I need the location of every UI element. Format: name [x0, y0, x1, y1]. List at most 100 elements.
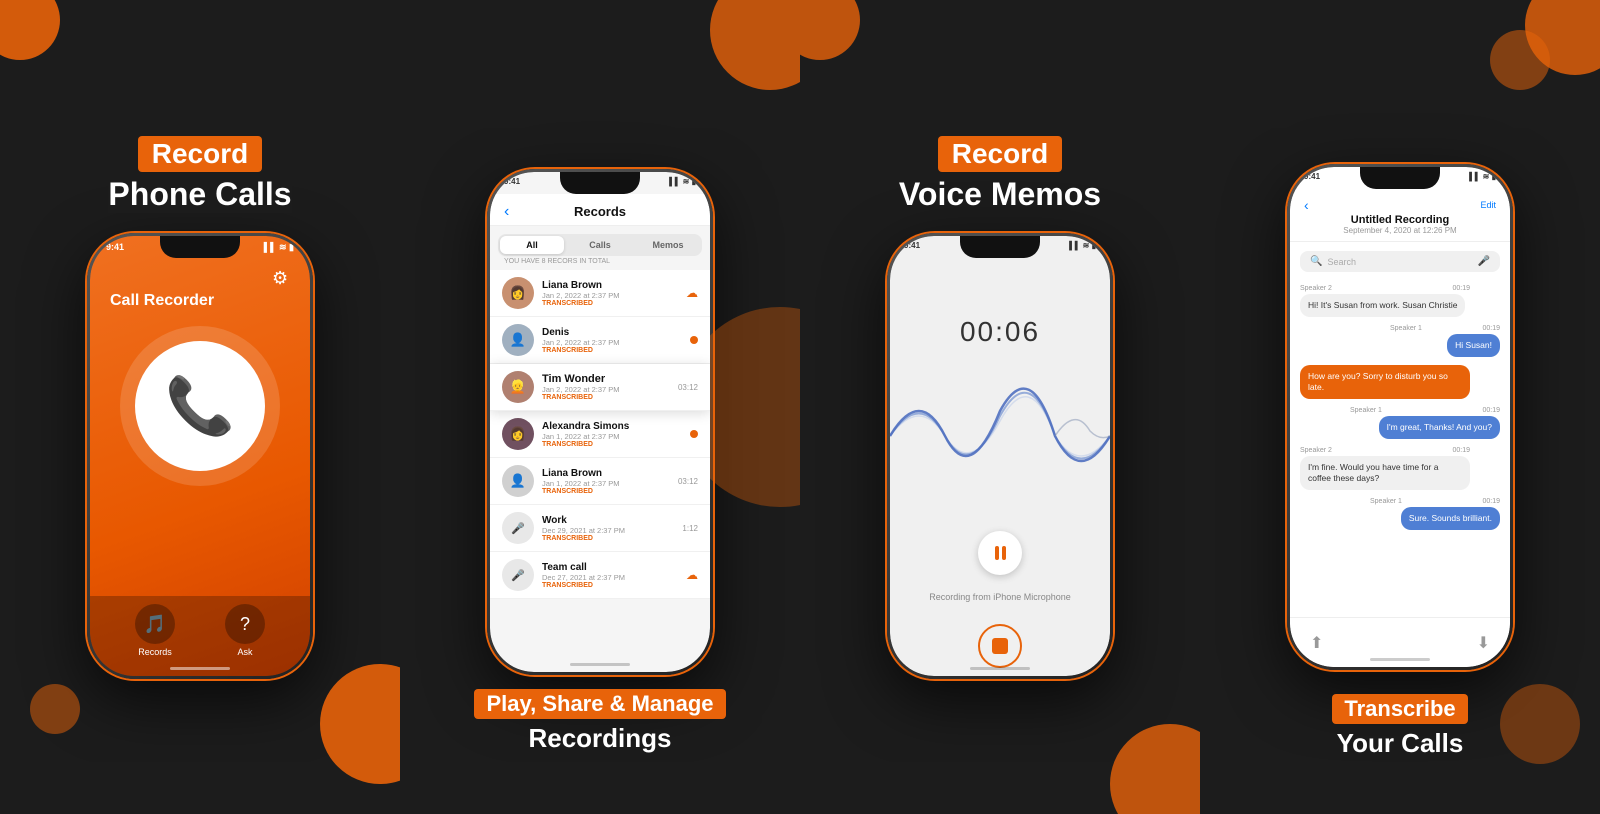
phone1-app-title: Call Recorder — [110, 292, 214, 310]
phone4-icons: ▌▌ ≋ ▮ — [1469, 172, 1496, 181]
phone2-count-label: YOU HAVE 8 RECORS IN TOTAL — [504, 258, 610, 265]
phone1-status: 9:41 ▌▌ ≋ ▮ — [106, 242, 294, 253]
ask-btn-icon: ? — [225, 604, 265, 644]
panel2-bottom-text: Play, Share & Manage Recordings — [474, 689, 725, 754]
avatar: 👩 — [502, 277, 534, 309]
phone4-screen: 9:41 ▌▌ ≋ ▮ ‹ Edit Untitled Recording Se… — [1290, 167, 1510, 667]
item-date: Jan 2, 2022 at 2:37 PM — [542, 385, 670, 394]
tab-memos[interactable]: Memos — [636, 236, 700, 254]
phone2-outer: 9:41 ▌▌ ≋ ▮ ‹ Records All Calls Memos YO… — [487, 169, 713, 675]
wave-visualization — [890, 366, 1110, 506]
list-item[interactable]: 👤 Liana Brown Jan 1, 2022 at 2:37 PM TRA… — [490, 458, 710, 505]
message-bubble: I'm great, Thanks! And you? — [1379, 416, 1500, 439]
list-item[interactable]: 👩 Alexandra Simons Jan 1, 2022 at 2:37 P… — [490, 411, 710, 458]
item-date: Dec 29, 2021 at 2:37 PM — [542, 526, 674, 535]
messages-list: Speaker 200:19 Hi! It's Susan from work.… — [1290, 277, 1510, 617]
phone4-time: 9:41 — [1304, 172, 1320, 181]
stop-icon — [992, 638, 1008, 654]
item-status: TRANSCRIBED — [542, 394, 670, 401]
item-date: Jan 1, 2022 at 2:37 PM — [542, 432, 682, 441]
pause-button[interactable] — [978, 531, 1022, 575]
stop-button[interactable] — [978, 624, 1022, 668]
panel-voice-memos: Record Voice Memos 9:41 ▌▌ ≋ ▮ 00:06 — [800, 0, 1200, 814]
list-item[interactable]: 🎤 Team call Dec 27, 2021 at 2:37 PM TRAN… — [490, 552, 710, 599]
item-name: Denis — [542, 327, 682, 338]
phone3-outer: 9:41 ▌▌ ≋ ▮ 00:06 — [887, 233, 1113, 679]
phone1-gear-icon[interactable]: ⚙ — [272, 268, 294, 290]
pause-bar-left — [995, 546, 999, 560]
panel1-subtitle: Phone Calls — [108, 176, 291, 213]
item-name: Team call — [542, 562, 678, 573]
dot-icon — [690, 430, 698, 438]
phone2-header: ‹ Records — [490, 194, 710, 226]
panel2-badge: Play, Share & Manage — [474, 689, 725, 719]
list-item-highlighted[interactable]: 👱 Tim Wonder Jan 2, 2022 at 2:37 PM TRAN… — [490, 364, 710, 411]
item-status: TRANSCRIBED — [542, 488, 670, 495]
message-bubble: Hi Susan! — [1447, 334, 1500, 357]
phone4-status: 9:41 ▌▌ ≋ ▮ — [1304, 172, 1496, 181]
phone3-icons: ▌▌ ≋ ▮ — [1069, 241, 1096, 250]
item-right: 03:12 — [678, 477, 698, 486]
phone1-bottom-bar: 🎵 Records ? Ask — [90, 596, 310, 676]
phone4-edit-button[interactable]: Edit — [1480, 200, 1496, 210]
avatar: 👤 — [502, 465, 534, 497]
search-icon: 🔍 — [1310, 256, 1322, 267]
phone3-time: 9:41 — [904, 241, 920, 250]
panel3-headline: Record Voice Memos — [899, 136, 1101, 213]
message-bubble: How are you? Sorry to disturb you so lat… — [1300, 365, 1470, 399]
phone1-ask-btn[interactable]: ? Ask — [225, 604, 265, 657]
phone2-time: 9:41 — [504, 177, 520, 186]
list-item[interactable]: 👤 Denis Jan 2, 2022 at 2:37 PM TRANSCRIB… — [490, 317, 710, 364]
item-info: Liana Brown Jan 1, 2022 at 2:37 PM TRANS… — [542, 468, 670, 495]
item-name: Tim Wonder — [542, 373, 670, 385]
speaker-label: Speaker 200:19 — [1300, 447, 1470, 454]
message-row: Speaker 200:19 Hi! It's Susan from work.… — [1300, 285, 1500, 317]
search-bar[interactable]: 🔍 Search 🎤 — [1300, 251, 1500, 272]
list-item[interactable]: 👩 Liana Brown Jan 2, 2022 at 2:37 PM TRA… — [490, 270, 710, 317]
item-date: Jan 2, 2022 at 2:37 PM — [542, 291, 678, 300]
phone2: 9:41 ▌▌ ≋ ▮ ‹ Records All Calls Memos YO… — [490, 172, 710, 672]
phone1-circle-outer: 📞 — [120, 326, 280, 486]
phone1: 9:41 ▌▌ ≋ ▮ ⚙ Call Recorder 📞 🎵 Records — [90, 236, 310, 676]
item-date: Jan 2, 2022 at 2:37 PM — [542, 338, 682, 347]
phone1-circle-inner[interactable]: 📞 — [135, 341, 265, 471]
message-row: Speaker 100:19 Hi Susan! — [1300, 325, 1500, 357]
tab-all[interactable]: All — [500, 236, 564, 254]
item-info: Work Dec 29, 2021 at 2:37 PM TRANSCRIBED — [542, 515, 674, 542]
item-right — [690, 430, 698, 438]
phone3-home-bar — [970, 667, 1030, 670]
phone3-screen: 9:41 ▌▌ ≋ ▮ 00:06 — [890, 236, 1110, 676]
records-btn-label: Records — [138, 647, 172, 657]
phone3: 9:41 ▌▌ ≋ ▮ 00:06 — [890, 236, 1110, 676]
message-row: Speaker 100:19 Sure. Sounds brilliant. — [1300, 498, 1500, 530]
panel4-badge: Transcribe — [1332, 694, 1467, 724]
phone1-screen: 9:41 ▌▌ ≋ ▮ ⚙ Call Recorder 📞 🎵 Records — [90, 236, 310, 676]
avatar: 👩 — [502, 418, 534, 450]
avatar: 👤 — [502, 324, 534, 356]
phone1-icons: ▌▌ ≋ ▮ — [264, 242, 294, 253]
phone2-back-button[interactable]: ‹ — [504, 203, 509, 221]
item-right: ☁ — [686, 286, 698, 300]
share-icon[interactable]: ⬆ — [1310, 633, 1323, 653]
message-bubble: Hi! It's Susan from work. Susan Christie — [1300, 294, 1465, 317]
download-icon[interactable]: ⬇ — [1477, 633, 1490, 653]
item-name: Alexandra Simons — [542, 421, 682, 432]
tab-calls[interactable]: Calls — [568, 236, 632, 254]
records-btn-icon: 🎵 — [135, 604, 175, 644]
item-status: TRANSCRIBED — [542, 300, 678, 307]
message-row: How are you? Sorry to disturb you so lat… — [1300, 365, 1500, 399]
decoration-orb-tr — [710, 0, 800, 90]
item-right: ☁ — [686, 568, 698, 582]
mic-icon: 🎤 — [1478, 256, 1490, 267]
list-item[interactable]: 🎤 Work Dec 29, 2021 at 2:37 PM TRANSCRIB… — [490, 505, 710, 552]
phone1-records-btn[interactable]: 🎵 Records — [135, 604, 175, 657]
phone4-back-button[interactable]: ‹ — [1304, 197, 1309, 213]
phone2-home-bar — [570, 663, 630, 666]
item-right: 03:12 — [678, 383, 698, 392]
phone2-title: Records — [574, 204, 626, 219]
item-date: Jan 1, 2022 at 2:37 PM — [542, 479, 670, 488]
memo-avatar: 🎤 — [502, 512, 534, 544]
item-status: TRANSCRIBED — [542, 582, 678, 589]
phone4-home-bar — [1370, 658, 1430, 661]
item-name: Liana Brown — [542, 280, 678, 291]
